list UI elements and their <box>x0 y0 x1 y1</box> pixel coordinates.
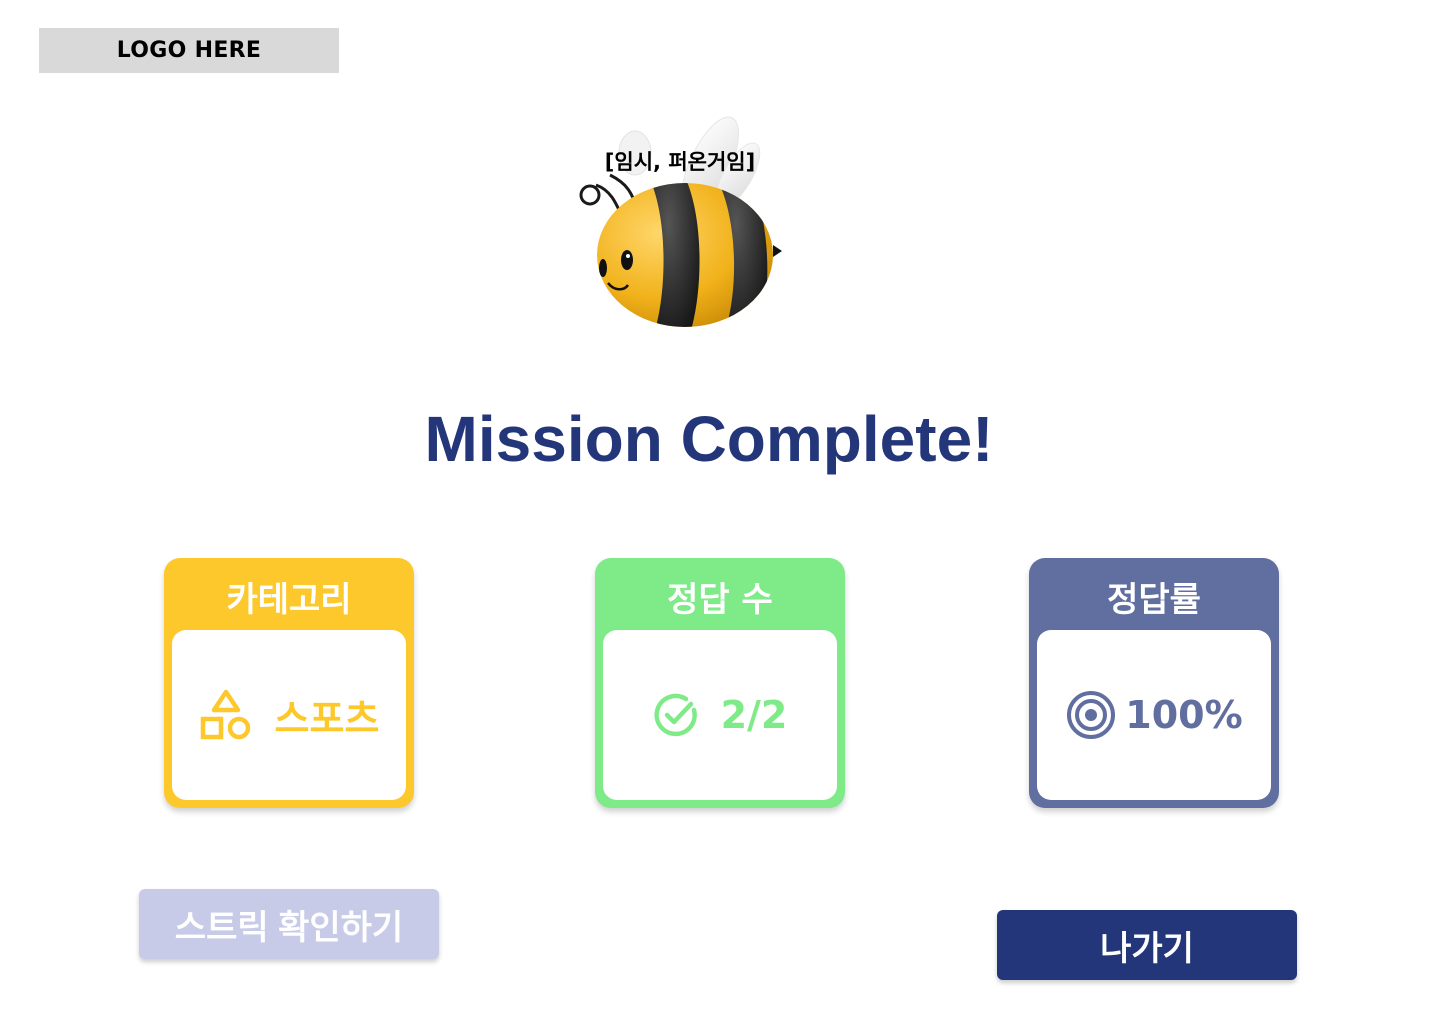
correct-count-value: 2/2 <box>720 693 788 737</box>
category-card: 카테고리 스포츠 <box>164 558 414 808</box>
correct-count-card: 정답 수 2/2 <box>595 558 845 808</box>
exit-button[interactable]: 나가기 <box>997 910 1297 980</box>
category-card-body: 스포츠 <box>172 630 406 800</box>
correct-count-card-label: 정답 수 <box>667 580 773 620</box>
category-card-label: 카테고리 <box>226 580 352 620</box>
target-icon <box>1067 691 1116 739</box>
mission-complete-screen: LOGO HERE [임시, 퍼온거임] Mission Complete! 카… <box>0 0 1440 1024</box>
accuracy-rate-card-body: 100% <box>1037 630 1271 800</box>
check-circle-icon <box>654 693 697 737</box>
page-title: Mission Complete! <box>424 403 994 475</box>
shapes-icon <box>200 689 250 740</box>
accuracy-rate-card: 정답률 100% <box>1029 558 1279 808</box>
correct-count-card-body: 2/2 <box>603 630 837 800</box>
category-value: 스포츠 <box>274 696 380 741</box>
check-streak-button[interactable]: 스트릭 확인하기 <box>139 889 439 959</box>
temporary-image-caption: [임시, 퍼온거임] <box>604 150 756 174</box>
logo-text: LOGO HERE <box>116 38 262 63</box>
accuracy-rate-value: 100% <box>1125 693 1243 737</box>
bee-mascot-icon <box>579 116 782 327</box>
accuracy-rate-card-label: 정답률 <box>1107 580 1201 620</box>
logo-placeholder: LOGO HERE <box>39 28 339 73</box>
